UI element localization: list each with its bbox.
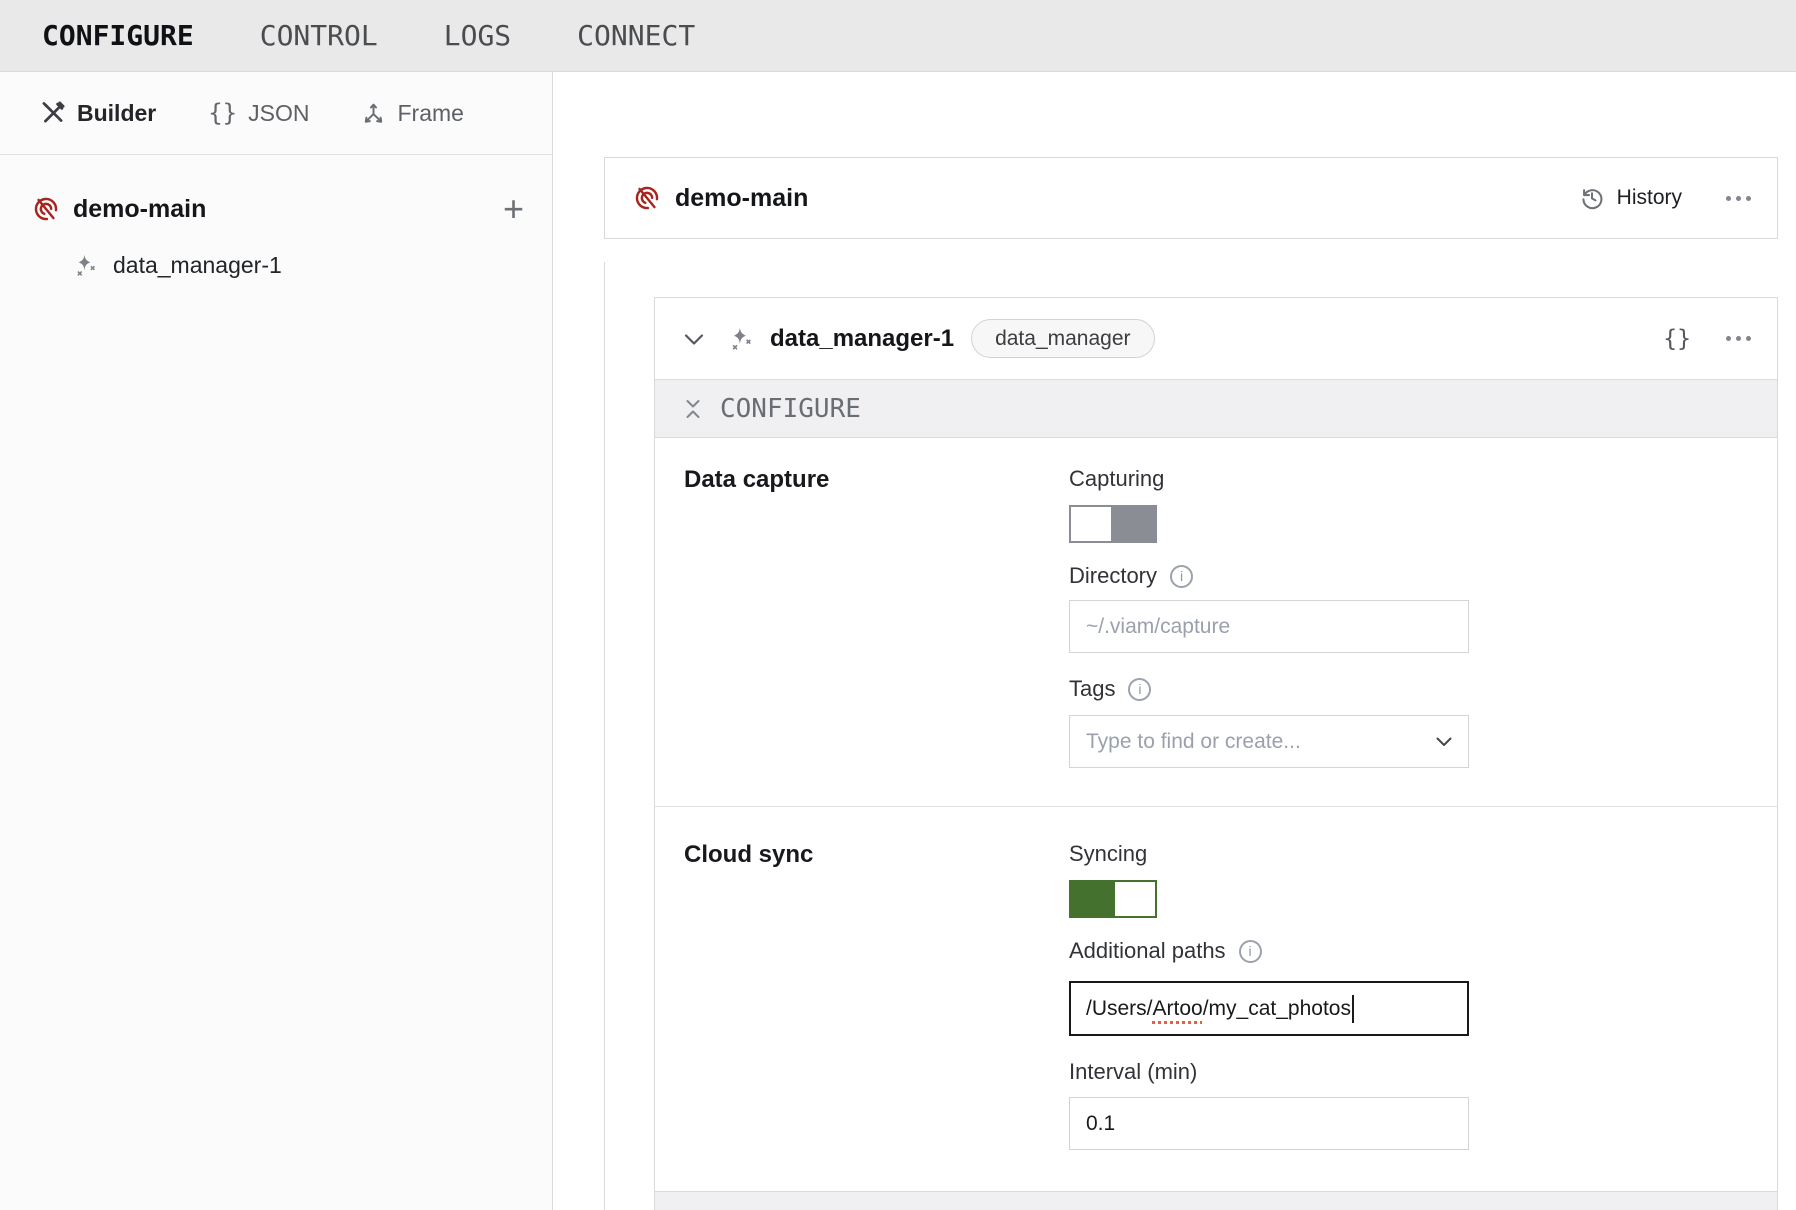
machine-header-card: demo-main History <box>604 157 1778 239</box>
path-segment-pre: /Users/ <box>1086 997 1153 1021</box>
builder-tools-icon <box>40 100 66 126</box>
directory-input[interactable] <box>1069 600 1469 653</box>
machine-offline-icon <box>32 195 60 223</box>
add-resource-button[interactable]: + <box>503 191 524 227</box>
directory-label-text: Directory <box>1069 563 1157 589</box>
json-braces-icon: {} <box>208 99 237 127</box>
syncing-label: Syncing <box>1069 841 1747 867</box>
next-section-bar[interactable] <box>655 1191 1777 1210</box>
collapse-vertical-icon <box>684 399 702 419</box>
tags-label-text: Tags <box>1069 676 1115 702</box>
machine-title: demo-main <box>675 184 808 213</box>
view-mode-json[interactable]: {} JSON <box>208 99 309 127</box>
frame-label: Frame <box>397 100 463 127</box>
info-icon[interactable]: i <box>1239 940 1262 963</box>
capturing-toggle[interactable] <box>1069 505 1157 543</box>
machine-name: demo-main <box>73 195 206 224</box>
syncing-label-text: Syncing <box>1069 841 1147 867</box>
additional-paths-label: Additional paths i <box>1069 938 1747 964</box>
view-mode-frame[interactable]: Frame <box>361 100 463 127</box>
builder-label: Builder <box>77 100 156 127</box>
viam-machine-config-page: CONFIGURE CONTROL LOGS CONNECT Builder {… <box>0 0 1796 1210</box>
history-label: History <box>1617 186 1682 210</box>
data-capture-heading: Data capture <box>684 466 1069 494</box>
machine-more-menu-icon[interactable] <box>1726 196 1751 201</box>
json-label: JSON <box>248 100 309 127</box>
data-capture-section: Data capture Capturing Directory i Tags … <box>655 438 1777 806</box>
part-name: data_manager-1 <box>113 252 282 279</box>
text-cursor <box>1352 995 1354 1023</box>
path-segment-misspelled: Artoo <box>1153 997 1203 1021</box>
syncing-toggle[interactable] <box>1069 880 1157 918</box>
tags-select-input[interactable] <box>1069 715 1469 768</box>
toggle-knob <box>1113 880 1157 918</box>
directory-label: Directory i <box>1069 563 1747 589</box>
collapse-chevron-icon[interactable] <box>684 332 704 346</box>
cloud-sync-heading: Cloud sync <box>684 841 1069 869</box>
tab-logs[interactable]: LOGS <box>444 19 511 52</box>
interval-label-text: Interval (min) <box>1069 1059 1197 1085</box>
configure-section-label: CONFIGURE <box>720 394 861 424</box>
history-button[interactable]: History <box>1579 185 1682 211</box>
additional-paths-input[interactable]: /Users/Artoo/my_cat_photos <box>1069 981 1469 1036</box>
tree-item-machine[interactable]: demo-main + <box>0 185 552 233</box>
sidebar: Builder {} JSON Frame <box>0 72 552 1210</box>
info-icon[interactable]: i <box>1170 565 1193 588</box>
view-mode-toolbar: Builder {} JSON Frame <box>0 72 552 155</box>
service-name: data_manager-1 <box>770 325 954 353</box>
sparkles-icon <box>728 326 754 352</box>
tab-connect[interactable]: CONNECT <box>577 19 695 52</box>
info-icon[interactable]: i <box>1128 678 1151 701</box>
service-card-header: data_manager-1 data_manager {} <box>655 298 1777 379</box>
service-more-menu-icon[interactable] <box>1726 336 1751 341</box>
frame-axes-icon <box>361 101 386 126</box>
data-manager-card: data_manager-1 data_manager {} CONFIGURE… <box>654 297 1778 1210</box>
part-card-left-border <box>604 262 605 1210</box>
top-nav: CONFIGURE CONTROL LOGS CONNECT <box>0 0 1796 72</box>
service-json-icon[interactable]: {} <box>1663 326 1691 352</box>
toggle-knob <box>1069 505 1113 543</box>
interval-input[interactable] <box>1069 1097 1469 1150</box>
tags-label: Tags i <box>1069 676 1747 702</box>
service-type-badge: data_manager <box>971 319 1154 358</box>
sparkles-icon <box>73 253 98 278</box>
additional-paths-label-text: Additional paths <box>1069 938 1226 964</box>
machine-part-tree: demo-main + data_manager-1 <box>0 155 552 289</box>
configure-section-bar[interactable]: CONFIGURE <box>655 379 1777 438</box>
interval-label: Interval (min) <box>1069 1059 1747 1085</box>
view-mode-builder[interactable]: Builder <box>40 100 156 127</box>
history-clock-icon <box>1579 185 1605 211</box>
path-segment-post: /my_cat_photos <box>1203 997 1351 1021</box>
tab-control[interactable]: CONTROL <box>260 19 378 52</box>
cloud-sync-section: Cloud sync Syncing Additional paths i /U… <box>655 806 1777 1150</box>
machine-offline-icon <box>633 184 661 212</box>
capturing-label: Capturing <box>1069 466 1747 492</box>
capturing-label-text: Capturing <box>1069 466 1164 492</box>
tree-item-data-manager[interactable]: data_manager-1 <box>0 241 552 289</box>
tab-configure[interactable]: CONFIGURE <box>42 19 194 52</box>
